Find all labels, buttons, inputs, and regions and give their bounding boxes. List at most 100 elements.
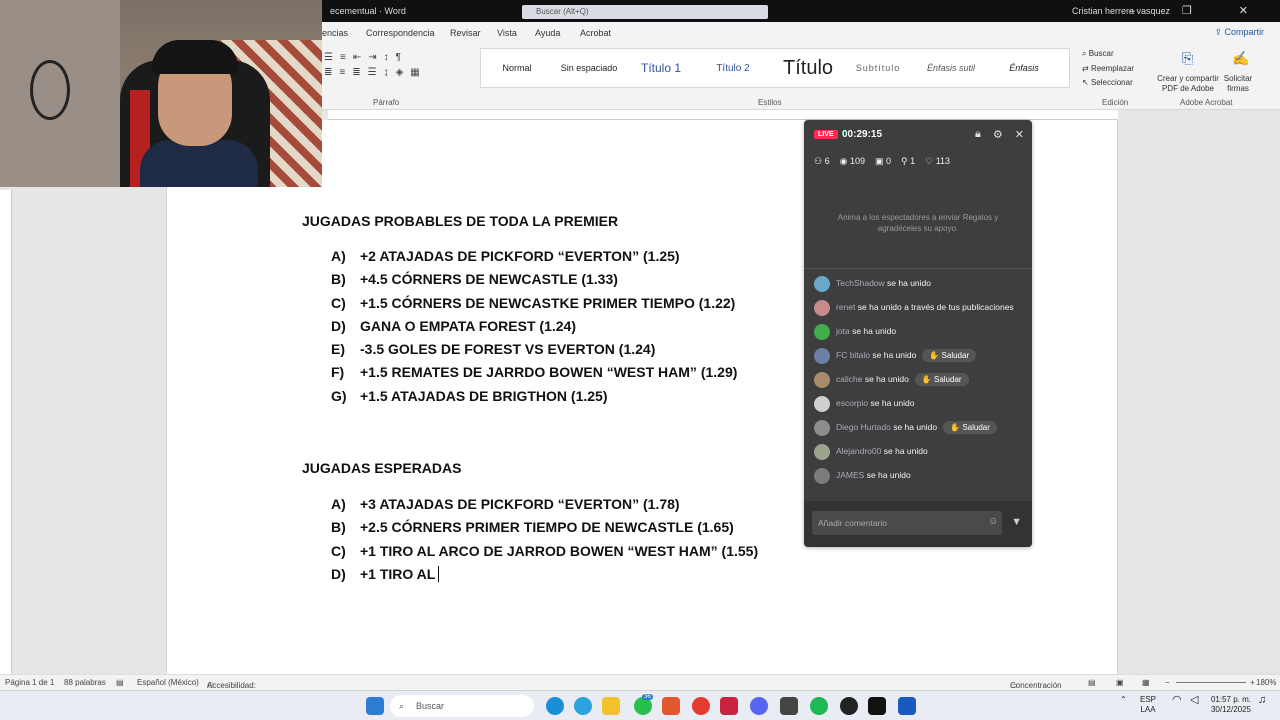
avatar[interactable] bbox=[814, 372, 830, 388]
notification-bell-icon[interactable]: ♫ bbox=[1258, 695, 1266, 706]
edge-icon[interactable] bbox=[546, 697, 564, 715]
page-count[interactable]: Página 1 de 1 bbox=[5, 678, 54, 687]
filter-icon[interactable]: ▼ bbox=[1011, 516, 1022, 528]
greet-button[interactable]: ✋ Saludar bbox=[943, 421, 997, 434]
event-username[interactable]: escorpio bbox=[836, 398, 868, 408]
discord-icon[interactable] bbox=[750, 697, 768, 715]
shading-icon[interactable]: ◈ bbox=[396, 67, 404, 78]
windows-start-icon[interactable] bbox=[366, 697, 384, 715]
numbered-list-icon[interactable]: ≡ bbox=[340, 52, 346, 63]
language[interactable]: Español (México) bbox=[137, 678, 199, 687]
horizontal-ruler[interactable] bbox=[328, 110, 1118, 120]
avatar[interactable] bbox=[814, 348, 830, 364]
live-timer: 00:29:15 bbox=[842, 129, 883, 140]
window-controls[interactable]: – ❐ ✕ bbox=[1129, 4, 1270, 17]
sort-icon[interactable]: ↕ bbox=[384, 52, 389, 63]
zoom-slider[interactable] bbox=[1176, 682, 1246, 683]
brave-icon[interactable] bbox=[662, 697, 680, 715]
web-layout-icon[interactable]: ▦ bbox=[1142, 678, 1150, 687]
style-enfasis[interactable]: Énfasis bbox=[993, 63, 1055, 73]
proofing-icon[interactable]: ▤ bbox=[116, 678, 124, 687]
line-spacing-icon[interactable]: ↨ bbox=[384, 67, 389, 78]
list-item-letter: D) bbox=[331, 565, 346, 582]
word-icon[interactable] bbox=[898, 697, 916, 715]
lock-icon[interactable]: 🔒︎ bbox=[975, 128, 981, 141]
style-titulo-1[interactable]: Título 1 bbox=[625, 61, 697, 75]
event-username[interactable]: jota bbox=[836, 326, 850, 336]
clock[interactable]: 01:57 p. m. 30/12/2025 bbox=[1208, 695, 1254, 715]
style-titulo-2[interactable]: Título 2 bbox=[697, 63, 769, 74]
align-center-icon[interactable]: ≡ bbox=[339, 67, 345, 78]
wifi-icon[interactable]: ◠ bbox=[1172, 695, 1182, 706]
style-subtitulo[interactable]: Subtítulo bbox=[847, 63, 909, 73]
justify-icon[interactable]: ☰ bbox=[368, 67, 377, 78]
tab-revisar[interactable]: Revisar bbox=[450, 28, 481, 38]
event-username[interactable]: Diego Hurtado bbox=[836, 422, 891, 432]
comment-input[interactable]: Añadir comentario bbox=[812, 511, 1002, 535]
tiktok-icon[interactable] bbox=[868, 697, 886, 715]
find-button[interactable]: ⌕ Buscar bbox=[1082, 49, 1152, 59]
spotify-icon[interactable] bbox=[810, 697, 828, 715]
pilcrow-icon[interactable]: ¶ bbox=[396, 52, 401, 63]
select-button[interactable]: ↖ Seleccionar bbox=[1082, 78, 1152, 87]
event-username[interactable]: FC bitalo bbox=[836, 350, 870, 360]
event-text: se ha unido bbox=[883, 446, 928, 456]
word-count[interactable]: 88 palabras bbox=[64, 678, 106, 687]
replace-button[interactable]: ⇄ Reemplazar bbox=[1082, 64, 1152, 73]
title-search-box[interactable]: Buscar (Alt+Q) bbox=[522, 5, 768, 19]
chrome-icon[interactable] bbox=[692, 697, 710, 715]
zoom-in-icon[interactable]: + bbox=[1250, 678, 1255, 687]
share-button[interactable]: ⇪ Compartir bbox=[1214, 27, 1264, 38]
close-icon[interactable]: ✕ bbox=[1015, 128, 1024, 141]
style-titulo[interactable]: Título bbox=[769, 57, 847, 80]
event-username[interactable]: caliche bbox=[836, 374, 862, 384]
tab-vista[interactable]: Vista bbox=[497, 28, 517, 38]
greet-button[interactable]: ✋ Saludar bbox=[914, 373, 969, 386]
group-label-estilos: Estilos bbox=[758, 98, 782, 107]
avatar[interactable] bbox=[814, 276, 830, 292]
print-layout-icon[interactable]: ▣ bbox=[1116, 678, 1124, 687]
align-left-icon[interactable]: ≣ bbox=[324, 67, 332, 78]
avatar[interactable] bbox=[814, 468, 830, 484]
greet-button[interactable]: ✋ Saludar bbox=[922, 349, 977, 362]
avatar[interactable] bbox=[814, 324, 830, 340]
editing-group: ⌕ Buscar ⇄ Reemplazar ↖ Seleccionar bbox=[1082, 44, 1152, 87]
align-right-icon[interactable]: ≣ bbox=[352, 67, 360, 78]
tray-chevron-icon[interactable]: ⌃ bbox=[1120, 695, 1127, 705]
avatar[interactable] bbox=[814, 300, 830, 316]
emoji-icon[interactable]: ☺ bbox=[988, 516, 998, 527]
calculator-icon[interactable] bbox=[780, 697, 798, 715]
tab-acrobat[interactable]: Acrobat bbox=[580, 28, 611, 38]
event-username[interactable]: renet bbox=[836, 302, 855, 312]
telegram-icon[interactable] bbox=[574, 697, 592, 715]
input-language[interactable]: ESP LAA bbox=[1140, 695, 1156, 715]
event-username[interactable]: TechShadow bbox=[836, 278, 885, 288]
volume-icon[interactable]: ◁ bbox=[1190, 695, 1198, 706]
request-signatures-button[interactable]: Solicitar firmas bbox=[1216, 74, 1260, 94]
zoom-out-icon[interactable]: − bbox=[1165, 678, 1170, 687]
avatar[interactable] bbox=[814, 444, 830, 460]
indent-decrease-icon[interactable]: ⇤ bbox=[353, 52, 361, 63]
typora-icon[interactable] bbox=[720, 697, 738, 715]
obs-icon[interactable] bbox=[840, 697, 858, 715]
file-explorer-icon[interactable] bbox=[602, 697, 620, 715]
style-sin-espaciado[interactable]: Sin espaciado bbox=[553, 63, 625, 73]
zoom-level[interactable]: 180% bbox=[1256, 678, 1276, 687]
tab-correspondencia[interactable]: Correspondencia bbox=[366, 28, 435, 38]
taskbar-search[interactable]: ⌕ Buscar bbox=[390, 695, 534, 717]
create-pdf-button[interactable]: Crear y compartir PDF de Adobe bbox=[1156, 74, 1220, 94]
list-icon[interactable]: ☰ bbox=[324, 52, 333, 63]
settings-icon[interactable]: ⚙ bbox=[993, 128, 1003, 141]
avatar[interactable] bbox=[814, 396, 830, 412]
event-username[interactable]: Alejandro00 bbox=[836, 446, 881, 456]
read-mode-icon[interactable]: ▤ bbox=[1088, 678, 1096, 687]
avatar[interactable] bbox=[814, 420, 830, 436]
tab-referencias[interactable]: encias bbox=[322, 28, 348, 38]
indent-increase-icon[interactable]: ⇥ bbox=[368, 52, 376, 63]
borders-icon[interactable]: ▦ bbox=[410, 67, 419, 78]
style-enfasis-sutil[interactable]: Énfasis sutil bbox=[909, 63, 993, 73]
tab-ayuda[interactable]: Ayuda bbox=[535, 28, 560, 38]
vertical-ruler[interactable] bbox=[0, 190, 12, 674]
style-normal[interactable]: Normal bbox=[481, 63, 553, 73]
event-username[interactable]: JAMES bbox=[836, 470, 864, 480]
